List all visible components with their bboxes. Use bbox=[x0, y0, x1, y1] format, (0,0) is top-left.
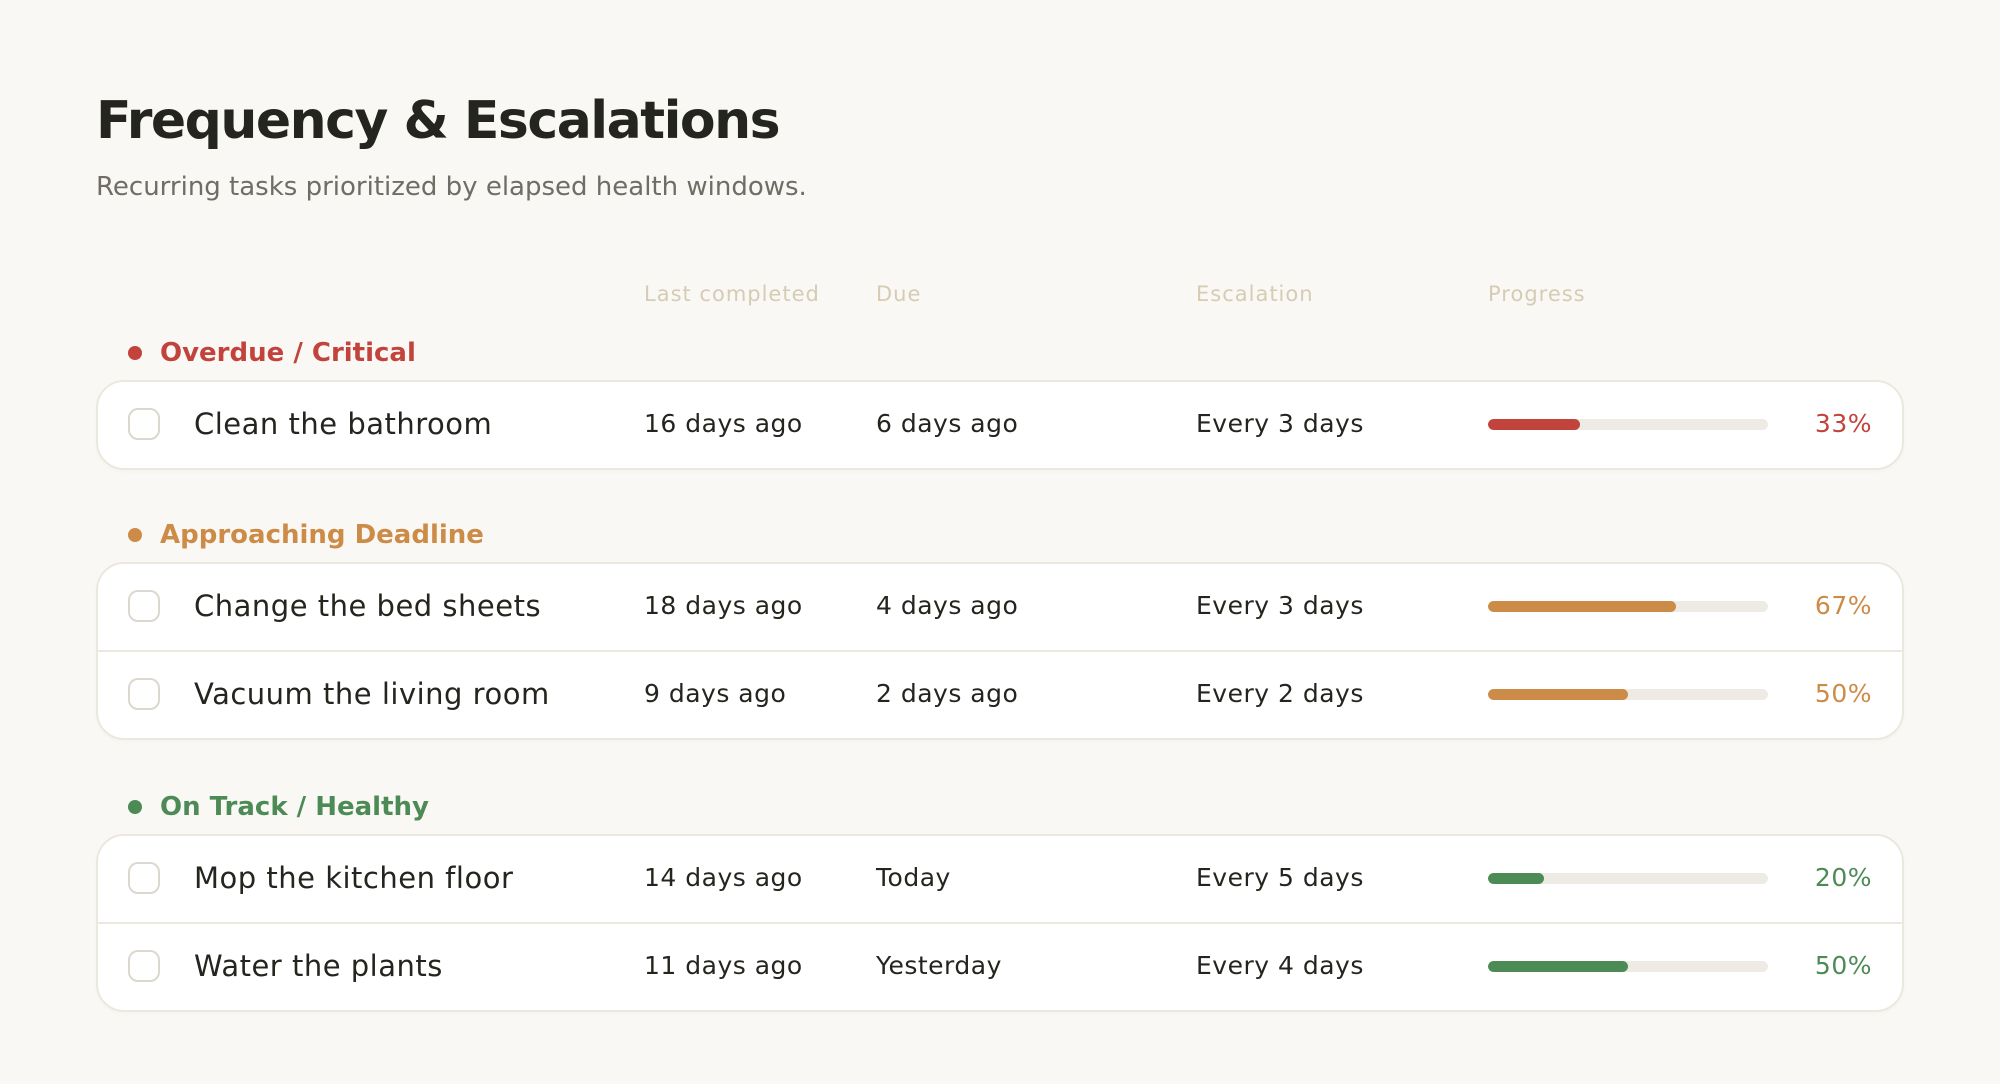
task-row: Change the bed sheets 18 days ago 4 days… bbox=[98, 564, 1902, 650]
task-checkbox[interactable] bbox=[128, 862, 160, 894]
progress-percent: 50% bbox=[1814, 679, 1872, 708]
task-due: 2 days ago bbox=[876, 679, 1019, 708]
approaching-status-dot-icon bbox=[128, 528, 142, 542]
progress-percent: 20% bbox=[1814, 863, 1872, 892]
task-last-completed: 18 days ago bbox=[644, 591, 803, 620]
task-escalation: Every 2 days bbox=[1196, 679, 1364, 708]
task-row: Water the plants 11 days ago Yesterday E… bbox=[98, 922, 1902, 1010]
task-escalation: Every 3 days bbox=[1196, 591, 1364, 620]
group-label: Approaching Deadline bbox=[160, 520, 484, 550]
page-subtitle: Recurring tasks prioritized by elapsed h… bbox=[96, 172, 807, 202]
task-last-completed: 9 days ago bbox=[644, 679, 787, 708]
task-escalation: Every 5 days bbox=[1196, 863, 1364, 892]
task-card-approaching: Change the bed sheets 18 days ago 4 days… bbox=[96, 562, 1904, 740]
task-escalation: Every 4 days bbox=[1196, 951, 1364, 980]
column-header-due: Due bbox=[876, 282, 922, 306]
page-title: Frequency & Escalations bbox=[96, 91, 781, 151]
progress-percent: 50% bbox=[1814, 951, 1872, 980]
task-name: Clean the bathroom bbox=[194, 407, 493, 441]
task-last-completed: 14 days ago bbox=[644, 863, 803, 892]
task-name: Vacuum the living room bbox=[194, 677, 550, 711]
critical-status-dot-icon bbox=[128, 346, 142, 360]
task-due: Yesterday bbox=[876, 951, 1002, 980]
task-name: Mop the kitchen floor bbox=[194, 861, 514, 895]
task-name: Water the plants bbox=[194, 949, 443, 983]
task-row: Vacuum the living room 9 days ago 2 days… bbox=[98, 650, 1902, 738]
task-name: Change the bed sheets bbox=[194, 589, 542, 623]
progress-fill bbox=[1488, 689, 1628, 700]
progress-bar bbox=[1488, 419, 1768, 430]
group-header-approaching: Approaching Deadline bbox=[128, 517, 484, 553]
column-header-last-completed: Last completed bbox=[644, 282, 820, 306]
task-row: Mop the kitchen floor 14 days ago Today … bbox=[98, 836, 1902, 922]
group-label: On Track / Healthy bbox=[160, 792, 429, 822]
column-header-progress: Progress bbox=[1488, 282, 1586, 306]
progress-bar bbox=[1488, 961, 1768, 972]
progress-fill bbox=[1488, 873, 1544, 884]
healthy-status-dot-icon bbox=[128, 800, 142, 814]
task-last-completed: 11 days ago bbox=[644, 951, 803, 980]
progress-bar bbox=[1488, 689, 1768, 700]
group-label: Overdue / Critical bbox=[160, 338, 416, 368]
task-last-completed: 16 days ago bbox=[644, 409, 803, 438]
page: Frequency & Escalations Recurring tasks … bbox=[0, 0, 2000, 1084]
task-checkbox[interactable] bbox=[128, 678, 160, 710]
task-escalation: Every 3 days bbox=[1196, 409, 1364, 438]
task-card-healthy: Mop the kitchen floor 14 days ago Today … bbox=[96, 834, 1904, 1012]
group-header-critical: Overdue / Critical bbox=[128, 335, 416, 371]
task-checkbox[interactable] bbox=[128, 408, 160, 440]
progress-fill bbox=[1488, 961, 1628, 972]
progress-percent: 67% bbox=[1814, 591, 1872, 620]
task-checkbox[interactable] bbox=[128, 590, 160, 622]
task-due: Today bbox=[876, 863, 951, 892]
progress-bar bbox=[1488, 873, 1768, 884]
task-due: 6 days ago bbox=[876, 409, 1019, 438]
column-header-escalation: Escalation bbox=[1196, 282, 1314, 306]
progress-bar bbox=[1488, 601, 1768, 612]
progress-fill bbox=[1488, 419, 1581, 430]
task-row: Clean the bathroom 16 days ago 6 days ag… bbox=[98, 382, 1902, 468]
group-header-healthy: On Track / Healthy bbox=[128, 789, 429, 825]
task-checkbox[interactable] bbox=[128, 950, 160, 982]
progress-percent: 33% bbox=[1814, 409, 1872, 438]
task-due: 4 days ago bbox=[876, 591, 1019, 620]
progress-fill bbox=[1488, 601, 1676, 612]
task-card-critical: Clean the bathroom 16 days ago 6 days ag… bbox=[96, 380, 1904, 470]
